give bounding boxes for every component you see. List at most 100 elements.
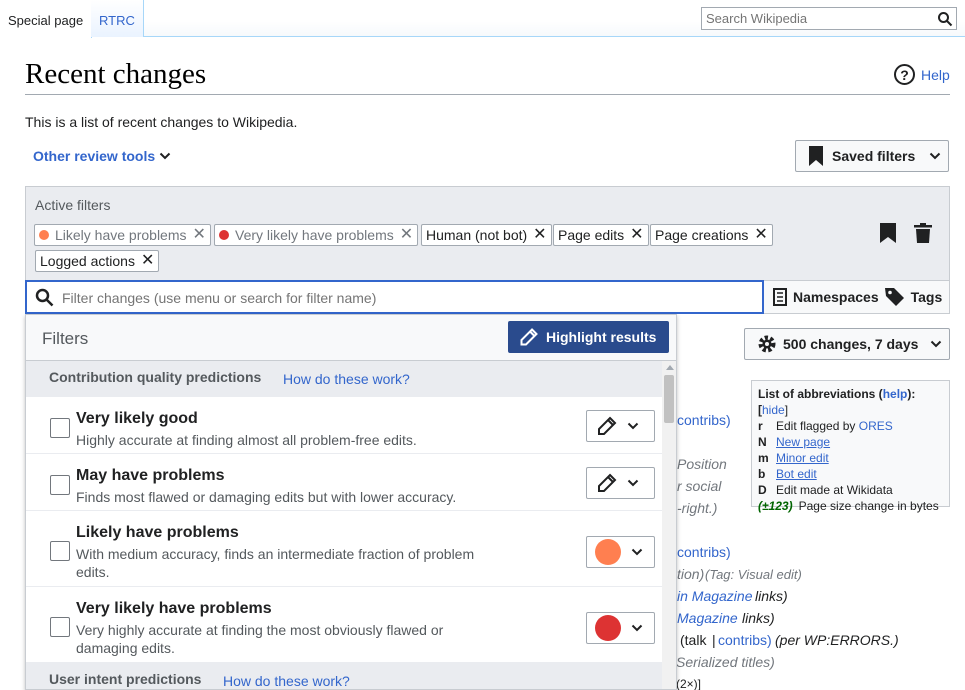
filter-option-title: Very likely good <box>76 410 198 427</box>
filter-option-title: Very likely have problems <box>76 600 272 617</box>
close-icon[interactable]: ✕ <box>193 227 206 243</box>
chevron-down-icon <box>159 152 171 160</box>
contribs-link[interactable]: contribs) <box>718 632 772 648</box>
filters-dropdown: Filters Highlight results Contribution q… <box>25 314 677 690</box>
page-title: Recent changes <box>25 58 207 90</box>
changes-limit-button[interactable]: 500 changes, 7 days <box>744 328 950 360</box>
minor-edit-link[interactable]: Minor edit <box>776 450 829 466</box>
legend-item: D Edit made at Wikidata <box>758 483 893 497</box>
dropdown-title: Filters <box>42 329 89 348</box>
namespaces-button[interactable]: Namespaces <box>793 289 879 305</box>
filter-tag-label: Page edits <box>558 227 625 243</box>
filter-search-field <box>25 280 764 314</box>
legend-item: (±123) Page size change in bytes <box>758 499 939 513</box>
color-swatch <box>595 615 621 641</box>
legend-item: r Edit flagged by ORES <box>758 419 893 433</box>
filter-tag-label: Page creations <box>655 227 749 243</box>
filter-checkbox[interactable] <box>50 617 70 637</box>
scroll-up-icon[interactable] <box>666 365 674 370</box>
filter-tag-human[interactable]: Human (not bot) ✕ <box>421 224 552 246</box>
highlight-results-button[interactable]: Highlight results <box>508 321 669 353</box>
bookmark-icon <box>809 146 823 166</box>
new-page-link[interactable]: New page <box>776 434 830 450</box>
saved-filters-button[interactable]: Saved filters <box>795 140 949 172</box>
highlight-dot <box>39 230 49 240</box>
bot-edit-link[interactable]: Bot edit <box>776 466 817 482</box>
pencil-icon <box>598 473 617 492</box>
highlight-color-picker[interactable] <box>586 410 655 442</box>
highlight-results-label: Highlight results <box>546 329 657 345</box>
close-icon[interactable]: ✕ <box>141 253 154 269</box>
gear-icon <box>758 335 776 353</box>
result-fragment: (2×)] <box>676 677 702 690</box>
hide-link[interactable]: hide <box>762 403 785 417</box>
result-fragment: links) <box>742 610 775 626</box>
filter-option-likely-have-problems[interactable]: Likely have problems With medium accurac… <box>26 511 662 587</box>
highlight-dot <box>219 230 229 240</box>
filter-option-very-likely-good[interactable]: Very likely good Highly accurate at find… <box>26 397 662 454</box>
trash-icon[interactable] <box>914 223 932 243</box>
result-separator: | <box>712 632 716 648</box>
highlight-color-picker[interactable] <box>586 467 655 499</box>
filter-checkbox[interactable] <box>50 475 70 495</box>
filter-tag-page-edits[interactable]: Page edits ✕ <box>553 224 649 246</box>
filter-option-title: Likely have problems <box>76 524 239 541</box>
result-fragment[interactable]: Magazine <box>677 610 738 626</box>
result-fragment[interactable]: contribs) <box>677 544 731 560</box>
help-link[interactable]: ? Help <box>894 64 950 85</box>
tab-special-page[interactable]: Special page <box>0 0 93 38</box>
chevron-down-icon <box>627 479 639 487</box>
filter-tag-label: Likely have problems <box>55 227 187 243</box>
filter-search-input[interactable] <box>62 288 752 308</box>
filter-option-desc: Very highly accurate at finding the most… <box>76 622 444 656</box>
result-fragment[interactable]: contribs) <box>677 412 731 428</box>
search-icon[interactable] <box>937 11 953 27</box>
group-header-quality: Contribution quality predictions How do … <box>26 361 662 397</box>
filter-tag-logged-actions[interactable]: Logged actions ✕ <box>35 250 160 272</box>
bookmark-icon[interactable] <box>879 223 897 243</box>
filter-tag-page-creations[interactable]: Page creations ✕ <box>650 224 773 246</box>
chevron-down-icon <box>631 548 643 556</box>
result-tag: (Tag: Visual edit) <box>705 567 802 582</box>
tag-icon <box>884 288 904 306</box>
close-icon[interactable]: ✕ <box>400 227 413 243</box>
filter-tag-very-likely-problems[interactable]: Very likely have problems ✕ <box>214 224 419 246</box>
close-icon[interactable]: ✕ <box>533 227 546 243</box>
search-input[interactable] <box>702 8 927 29</box>
dropdown-scrollbar[interactable] <box>662 361 676 689</box>
filter-checkbox[interactable] <box>50 418 70 438</box>
help-icon: ? <box>894 64 915 85</box>
result-fragment[interactable]: in Magazine <box>677 588 753 604</box>
help-link[interactable]: help <box>883 387 908 401</box>
result-fragment: Serialized titles) <box>676 654 775 670</box>
review-tools-label: Other review tools <box>33 148 156 164</box>
tags-button[interactable]: Tags <box>911 289 943 305</box>
title-divider <box>25 94 950 95</box>
filter-tag-likely-problems[interactable]: Likely have problems ✕ <box>34 224 211 246</box>
intro-text: This is a list of recent changes to Wiki… <box>25 114 298 130</box>
highlight-color-picker[interactable] <box>586 612 655 644</box>
result-fragment[interactable]: (talk <box>680 632 706 648</box>
close-icon[interactable]: ✕ <box>754 227 767 243</box>
close-icon[interactable]: ✕ <box>630 227 643 243</box>
filter-option-desc: Finds most flawed or damaging edits but … <box>76 489 457 505</box>
highlight-color-picker[interactable] <box>586 536 655 568</box>
filter-option-very-likely-have-problems[interactable]: Very likely have problems Very highly ac… <box>26 587 662 663</box>
filter-checkbox[interactable] <box>50 541 70 561</box>
ores-link[interactable]: ORES <box>859 419 893 433</box>
tab-rtrc[interactable]: RTRC <box>91 0 144 37</box>
search-icon <box>35 288 54 307</box>
how-do-these-work-link[interactable]: How do these work? <box>283 371 410 387</box>
how-do-these-work-link[interactable]: How do these work? <box>223 673 350 689</box>
group-header-intent: User intent predictions How do these wor… <box>26 663 662 689</box>
filter-option-desc: With medium accuracy, finds an intermedi… <box>76 546 475 580</box>
other-review-tools-menu[interactable]: Other review tools <box>33 148 171 164</box>
chevron-down-icon <box>631 624 643 632</box>
chevron-down-icon <box>627 422 639 430</box>
search-box <box>701 7 957 30</box>
pencil-icon <box>520 328 538 346</box>
scrollbar-thumb[interactable] <box>664 375 674 423</box>
color-swatch <box>595 539 621 565</box>
active-filters-label: Active filters <box>35 197 111 213</box>
filter-option-may-have-problems[interactable]: May have problems Finds most flawed or d… <box>26 454 662 511</box>
